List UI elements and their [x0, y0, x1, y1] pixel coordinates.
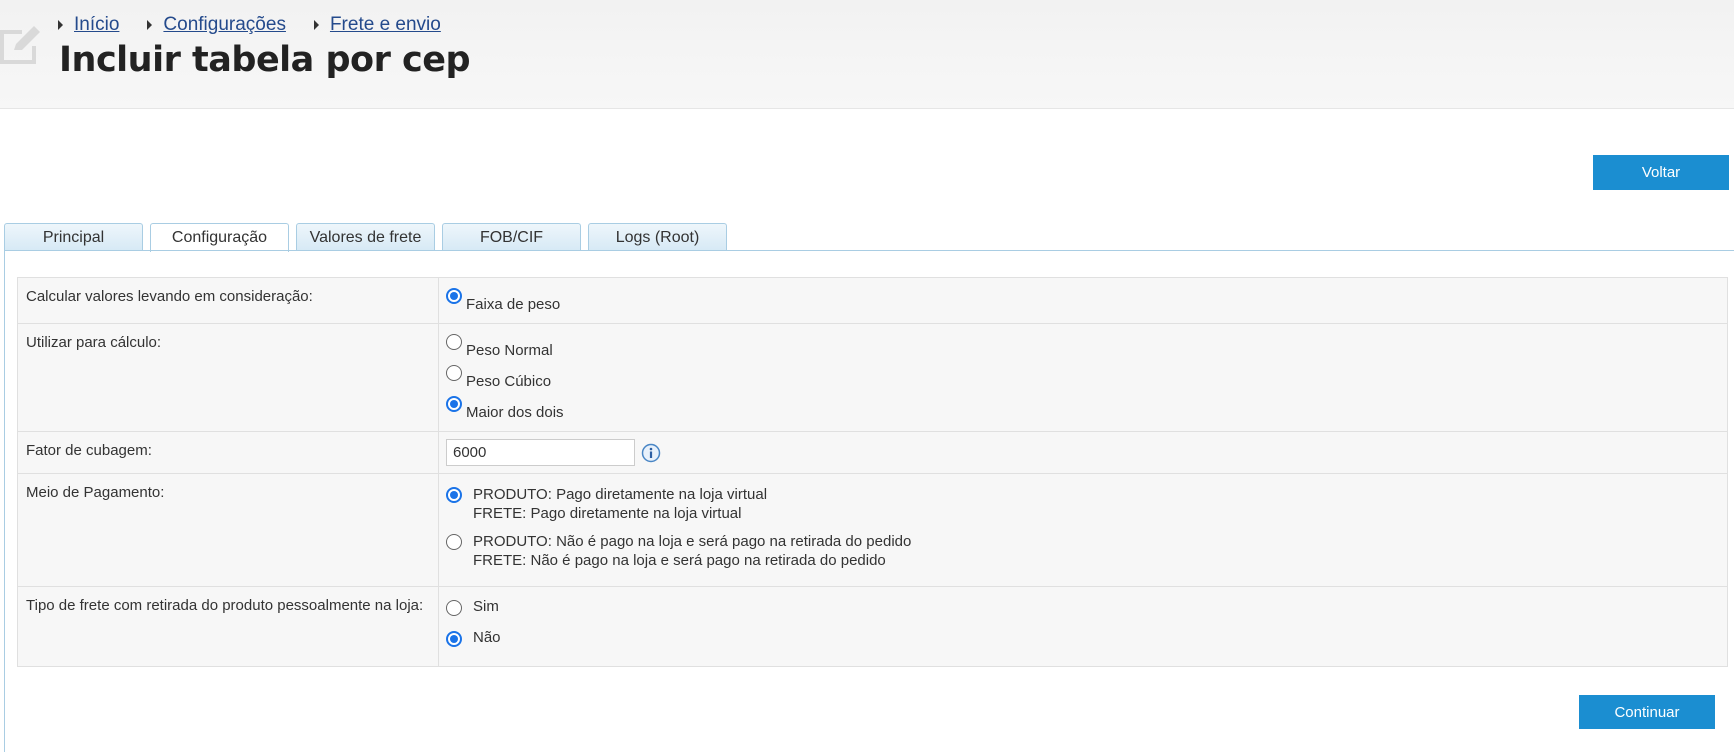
cubage-factor-field: [438, 431, 1728, 474]
use-for-calc-field: Peso Normal Peso Cúbico Maior dos dois: [438, 323, 1728, 432]
radio-payment-option-1[interactable]: [446, 534, 462, 550]
radio-maior-dos-dois[interactable]: [446, 396, 462, 412]
back-button[interactable]: Voltar: [1593, 155, 1729, 190]
payment-option-1-line2: FRETE: Não é pago na loja e será pago na…: [473, 552, 886, 569]
breadcrumb-link-frete-envio[interactable]: Frete e envio: [330, 14, 441, 36]
radio-option-peso-cubico[interactable]: Peso Cúbico: [446, 362, 1720, 393]
breadcrumb-item-frete-envio: Frete e envio: [313, 14, 441, 36]
radio-option-maior-dos-dois[interactable]: Maior dos dois: [446, 393, 1720, 424]
tab-fob-cif[interactable]: FOB/CIF: [442, 223, 581, 251]
radio-label-nao: Não: [473, 629, 501, 646]
continue-button[interactable]: Continuar: [1579, 695, 1715, 729]
form-row-pickup: Tipo de frete com retirada do produto pe…: [17, 586, 1728, 667]
tab-bar: Principal Configuração Valores de frete …: [4, 223, 734, 252]
radio-option-nao[interactable]: Não: [446, 628, 1720, 659]
payment-option-0-line2: FRETE: Pago diretamente na loja virtual: [473, 505, 742, 522]
calc-values-label: Calcular valores levando em consideração…: [17, 277, 439, 324]
payment-option-0-line1: PRODUTO: Pago diretamente na loja virtua…: [473, 486, 768, 503]
radio-nao[interactable]: [446, 631, 462, 647]
breadcrumb-link-configuracoes[interactable]: Configurações: [163, 14, 286, 36]
radio-option-faixa-de-peso[interactable]: Faixa de peso: [446, 285, 1720, 316]
pickup-label: Tipo de frete com retirada do produto pe…: [17, 586, 439, 667]
breadcrumb-item-configuracoes: Configurações: [147, 14, 286, 36]
info-icon[interactable]: [641, 443, 661, 463]
use-for-calc-label: Utilizar para cálculo:: [17, 323, 439, 432]
radio-label-faixa-de-peso: Faixa de peso: [466, 296, 561, 313]
calc-values-field: Faixa de peso: [438, 277, 1728, 324]
breadcrumb-link-inicio[interactable]: Início: [74, 14, 119, 36]
tab-divider: [4, 250, 1734, 251]
payment-option-0-text: PRODUTO: Pago diretamente na loja virtua…: [473, 485, 767, 523]
radio-label-maior-dos-dois: Maior dos dois: [466, 404, 564, 421]
edit-icon: [0, 26, 40, 64]
caret-right-icon: [313, 20, 319, 30]
radio-peso-cubico[interactable]: [446, 365, 462, 381]
radio-peso-normal[interactable]: [446, 334, 462, 350]
content-border: [4, 250, 5, 752]
payment-option-pago-retirada[interactable]: PRODUTO: Não é pago na loja e será pago …: [446, 532, 1720, 570]
radio-label-peso-cubico: Peso Cúbico: [466, 373, 552, 390]
payment-field: PRODUTO: Pago diretamente na loja virtua…: [438, 473, 1728, 587]
page-header: Início Configurações Frete e envio Inclu…: [0, 0, 1734, 109]
radio-label-sim: Sim: [473, 598, 499, 615]
form-row-cubage-factor: Fator de cubagem:: [17, 431, 1728, 474]
radio-option-sim[interactable]: Sim: [446, 597, 1720, 628]
tab-logs-root[interactable]: Logs (Root): [588, 223, 727, 251]
page-title: Incluir tabela por cep: [59, 40, 471, 80]
breadcrumb-item-inicio: Início: [58, 14, 119, 36]
payment-label: Meio de Pagamento:: [17, 473, 439, 587]
radio-label-peso-normal: Peso Normal: [466, 342, 553, 359]
payment-option-1-text: PRODUTO: Não é pago na loja e será pago …: [473, 532, 911, 570]
payment-option-pago-loja[interactable]: PRODUTO: Pago diretamente na loja virtua…: [446, 485, 1720, 523]
config-form: Calcular valores levando em consideração…: [17, 277, 1728, 667]
form-row-calc-values: Calcular valores levando em consideração…: [17, 277, 1728, 324]
tab-configuracao[interactable]: Configuração: [150, 223, 289, 252]
radio-payment-option-0[interactable]: [446, 487, 462, 503]
cubage-factor-input[interactable]: [446, 439, 635, 466]
radio-faixa-de-peso[interactable]: [446, 288, 462, 304]
cubage-factor-label: Fator de cubagem:: [17, 431, 439, 474]
radio-sim[interactable]: [446, 600, 462, 616]
caret-right-icon: [58, 20, 63, 30]
form-row-payment: Meio de Pagamento: PRODUTO: Pago diretam…: [17, 473, 1728, 587]
form-row-use-for-calc: Utilizar para cálculo: Peso Normal Peso …: [17, 323, 1728, 432]
caret-right-icon: [147, 20, 153, 30]
payment-option-1-line1: PRODUTO: Não é pago na loja e será pago …: [473, 533, 912, 550]
breadcrumb: Início Configurações Frete e envio: [58, 12, 469, 38]
tab-valores-de-frete[interactable]: Valores de frete: [296, 223, 435, 251]
tab-principal[interactable]: Principal: [4, 223, 143, 251]
radio-option-peso-normal[interactable]: Peso Normal: [446, 331, 1720, 362]
cubage-input-row: [446, 439, 1720, 466]
pickup-field: Sim Não: [438, 586, 1728, 667]
